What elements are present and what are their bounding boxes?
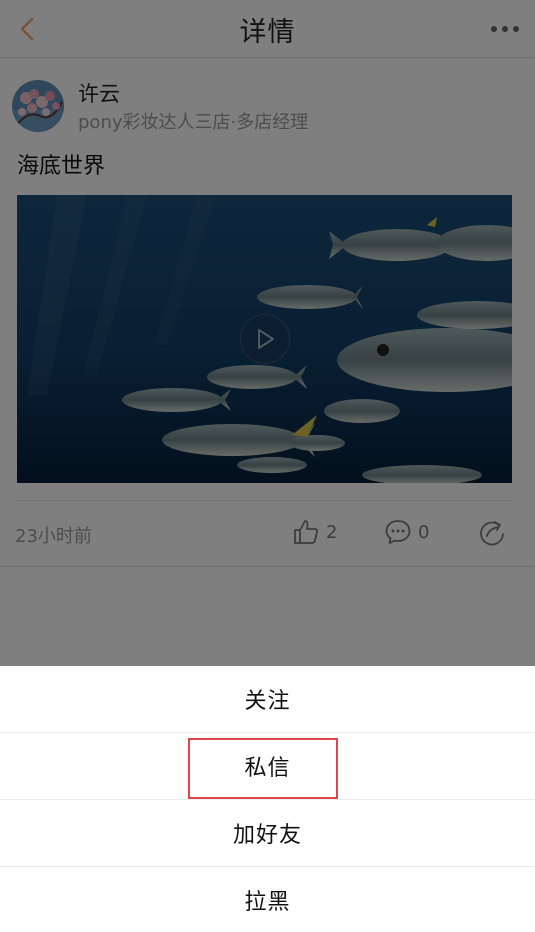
action-follow[interactable]: 关注 (0, 666, 535, 732)
action-add-friend[interactable]: 加好友 (0, 800, 535, 866)
modal-overlay[interactable] (0, 0, 535, 666)
action-block[interactable]: 拉黑 (0, 867, 535, 932)
detail-page: 详情 许云 pony彩妆达人三店·多店经理 海底世界 (0, 0, 535, 932)
action-sheet: 关注 私信 加好友 拉黑 (0, 666, 535, 932)
highlight-box (188, 738, 338, 799)
